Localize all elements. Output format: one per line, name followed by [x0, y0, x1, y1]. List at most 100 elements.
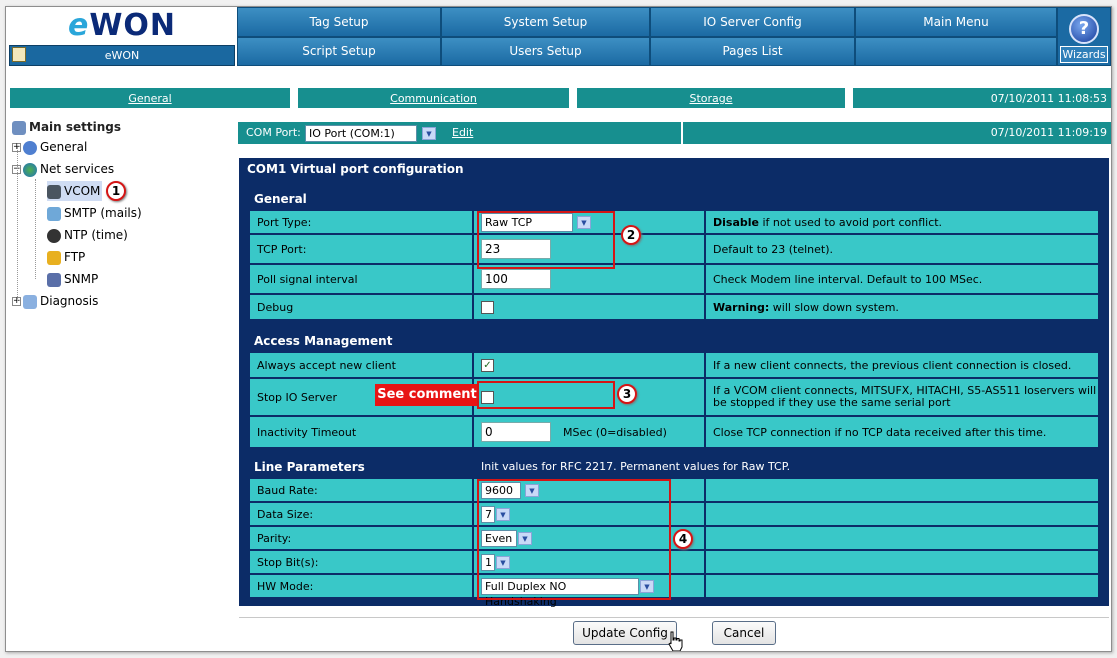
timeout-cell: 0 MSec (0=disabled)	[473, 416, 705, 448]
divider	[239, 617, 1109, 618]
tree-ftp-label: FTP	[64, 250, 86, 264]
data-size-empty	[705, 502, 1099, 526]
parity-label: Parity:	[249, 526, 473, 550]
tree-snmp-label: SNMP	[64, 272, 99, 286]
tree-item-general[interactable]: + General	[12, 137, 87, 157]
debug-cell	[473, 294, 705, 320]
hint-text: will slow down system.	[769, 300, 899, 314]
menu-users-setup[interactable]: Users Setup	[441, 37, 650, 66]
callout-1: 1	[106, 181, 126, 201]
section-general: General	[249, 188, 1099, 210]
clock-icon	[47, 228, 61, 243]
highlight-box-3	[477, 381, 615, 409]
poll-label: Poll signal interval	[249, 264, 473, 294]
menu-main-menu[interactable]: Main Menu	[855, 7, 1057, 37]
com-port-label: COM Port:	[246, 126, 301, 139]
divider	[681, 121, 683, 145]
tree-item-snmp[interactable]: SNMP	[47, 269, 98, 289]
tab-storage[interactable]: Storage	[576, 87, 846, 109]
globe-icon	[23, 162, 37, 177]
datetime-com: 07/10/2011 11:09:19	[990, 126, 1107, 139]
stop-io-hint: If a VCOM client connects, MITSUFX, HITA…	[705, 378, 1099, 416]
gear-icon	[23, 140, 37, 155]
home-bar[interactable]: eWON	[9, 45, 235, 66]
tab-general[interactable]: General	[9, 87, 291, 109]
tab-communication[interactable]: Communication	[297, 87, 570, 109]
settings-page-icon	[12, 120, 26, 135]
menu-system-setup[interactable]: System Setup	[441, 7, 650, 37]
tree-item-diagnosis[interactable]: + Diagnosis	[12, 291, 98, 311]
menu-pages-list[interactable]: Pages List	[650, 37, 855, 66]
logo-won: WON	[89, 8, 177, 43]
poll-input[interactable]: 100	[481, 269, 551, 289]
tree-item-smtp[interactable]: SMTP (mails)	[47, 203, 142, 223]
help-icon[interactable]: ?	[1069, 14, 1099, 44]
section-access: Access Management	[249, 330, 1099, 352]
debug-hint: Warning: will slow down system.	[705, 294, 1099, 320]
baud-label: Baud Rate:	[249, 478, 473, 502]
com-port-select[interactable]: IO Port (COM:1)	[305, 125, 417, 142]
tree-root[interactable]: Main settings	[12, 117, 121, 137]
hint-text: if not used to avoid port conflict.	[758, 215, 943, 229]
folder-transfer-icon	[47, 250, 61, 265]
section-line: Line Parameters	[249, 456, 474, 478]
stop-bits-label: Stop Bit(s):	[249, 550, 473, 574]
mail-icon	[47, 206, 61, 221]
tree-diagnosis-label: Diagnosis	[40, 294, 99, 308]
edit-link[interactable]: Edit	[452, 126, 473, 139]
tree-vcom-label: VCOM	[64, 184, 101, 198]
cancel-button[interactable]: Cancel	[712, 621, 776, 645]
timeout-label: Inactivity Timeout	[249, 416, 473, 448]
tcp-port-hint: Default to 23 (telnet).	[705, 234, 1099, 264]
diagnosis-icon	[23, 294, 37, 309]
see-comment-badge: See comment	[375, 384, 479, 406]
port-type-label: Port Type:	[249, 210, 473, 234]
tree-line	[35, 179, 36, 279]
hw-mode-empty	[705, 574, 1099, 598]
menu-tag-setup[interactable]: Tag Setup	[237, 7, 441, 37]
update-config-button[interactable]: Update Config	[573, 621, 677, 645]
tree-net-services-label: Net services	[40, 162, 115, 176]
tree-ntp-label: NTP (time)	[64, 228, 128, 242]
vcom-config-panel: COM1 Virtual port configuration General …	[239, 158, 1109, 608]
menu-empty-slot	[855, 37, 1057, 66]
timeout-hint: Close TCP connection if no TCP data rece…	[705, 416, 1099, 448]
tree-smtp-label: SMTP (mails)	[64, 206, 142, 220]
hand-cursor-icon	[668, 631, 683, 651]
hint-bold: Warning:	[713, 300, 770, 314]
wizards-button[interactable]: ? Wizards	[1057, 7, 1111, 66]
always-accept-checkbox[interactable]: ✓	[481, 358, 494, 372]
ewon-logo: eWON	[9, 7, 235, 45]
always-accept-hint: If a new client connects, the previous c…	[705, 352, 1099, 378]
tree-item-net-services[interactable]: − Net services	[12, 159, 114, 179]
tree-item-ftp[interactable]: FTP	[47, 247, 85, 267]
always-accept-cell: ✓	[473, 352, 705, 378]
chevron-down-icon[interactable]: ▼	[422, 127, 436, 140]
menu-script-setup[interactable]: Script Setup	[237, 37, 441, 66]
highlight-box-2	[477, 211, 615, 269]
com-port-value: IO Port (COM:1)	[309, 127, 395, 140]
always-accept-label: Always accept new client	[249, 352, 473, 378]
datetime-top: 07/10/2011 11:08:53	[852, 87, 1111, 109]
settings-tree: Main settings + General − Net services VCO…	[9, 113, 235, 651]
debug-checkbox[interactable]	[481, 300, 494, 314]
tree-item-ntp[interactable]: NTP (time)	[47, 225, 128, 245]
parity-empty	[705, 526, 1099, 550]
poll-hint: Check Modem line interval. Default to 10…	[705, 264, 1099, 294]
tree-line	[17, 147, 18, 301]
timeout-unit: MSec (0=disabled)	[563, 425, 667, 439]
stop-bits-empty	[705, 550, 1099, 574]
debug-label: Debug	[249, 294, 473, 320]
callout-4: 4	[673, 529, 693, 549]
com-port-bar: COM Port: IO Port (COM:1) ▼ Edit 07/10/2…	[237, 121, 1111, 145]
port-type-hint: Disable if not used to avoid port confli…	[705, 210, 1099, 234]
tree-root-label: Main settings	[29, 120, 122, 134]
callout-3: 3	[617, 384, 637, 404]
logo-e: e	[67, 8, 90, 43]
tree-item-vcom[interactable]: VCOM	[47, 181, 103, 201]
tcp-port-label: TCP Port:	[249, 234, 473, 264]
menu-io-server-config[interactable]: IO Server Config	[650, 7, 855, 37]
wizards-label[interactable]: Wizards	[1060, 46, 1108, 63]
callout-2: 2	[621, 225, 641, 245]
timeout-input[interactable]: 0	[481, 422, 551, 442]
